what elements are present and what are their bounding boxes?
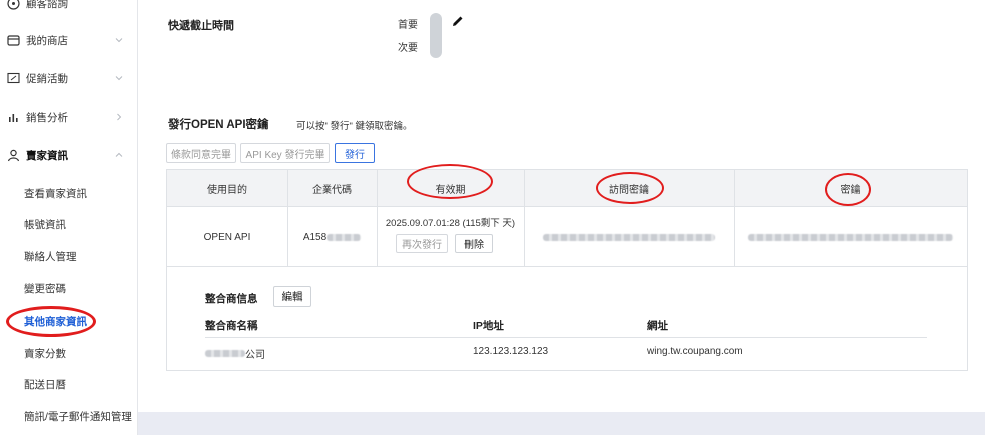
sidebar-subitem-change-password[interactable]: 變更密碼 (24, 279, 66, 297)
sidebar-subitem-delivery-calendar[interactable]: 配送日曆 (24, 375, 66, 393)
sidebar-subitem-view-seller-info[interactable]: 查看賣家資訊 (24, 184, 87, 202)
redacted-block (327, 233, 362, 241)
sidebar-item-label: 促銷活動 (26, 72, 68, 85)
cell-secret-key (734, 207, 967, 267)
issue-button[interactable]: 發行 (335, 143, 375, 163)
cutoff-time-label: 快遞截止時間 (168, 20, 234, 32)
chevron-down-icon (115, 76, 123, 81)
sidebar-item-promotions[interactable]: 促銷活動 (0, 67, 138, 89)
annotation-ellipse (825, 173, 871, 206)
cell-access-key (524, 207, 734, 267)
percent-coupon-icon (6, 71, 20, 85)
column-header-integrator-name: 整合商名稱 (205, 320, 258, 332)
api-key-table: 使用目的 企業代碼 有效期 訪問密鑰 密鑰 OPEN API A158 2025… (166, 164, 968, 371)
main-content: 快遞截止時間 首要 次要 發行OPEN API密鑰 可以按" 發行" 鍵領取密鑰… (138, 0, 985, 412)
priority-primary-label: 首要 (398, 20, 418, 31)
sidebar-subitem-contact-management[interactable]: 聯絡人管理 (24, 247, 77, 265)
sidebar: 顧客諮詢 我的商店 促銷活動 銷售分析 賣家資訊 查看賣家資訊 帳號資訊 聯絡人… (0, 0, 138, 435)
sidebar-subitem-seller-score[interactable]: 賣家分數 (24, 344, 66, 362)
sidebar-item-label: 顧客諮詢 (26, 0, 68, 10)
chevron-down-icon (115, 38, 123, 43)
sidebar-item-customer-inquiry[interactable]: 顧客諮詢 (0, 0, 138, 14)
column-header-ip: IP地址 (473, 320, 504, 332)
store-icon (6, 33, 20, 47)
sidebar-item-label: 我的商店 (26, 34, 68, 47)
annotation-circle (6, 306, 96, 337)
sidebar-subitem-notification-management[interactable]: 簡訊/電子郵件通知管理 (24, 407, 132, 425)
headset-icon (6, 0, 20, 10)
chevron-up-icon (115, 152, 123, 157)
sidebar-item-sales-analysis[interactable]: 銷售分析 (0, 106, 138, 128)
table-row: OPEN API A158 2025.09.07.01:28 (115剩下 天)… (167, 207, 967, 267)
redacted-block (205, 350, 245, 357)
divider (205, 337, 927, 338)
reissue-button[interactable]: 再次發行 (396, 234, 448, 253)
pencil-edit-icon[interactable] (451, 14, 465, 28)
sidebar-item-label: 銷售分析 (26, 111, 68, 124)
cell-company-code: A158 (287, 207, 377, 267)
terms-agreed-button[interactable]: 條款同意完畢 (166, 143, 236, 163)
api-section-title: 發行OPEN API密鑰 (168, 119, 269, 131)
sidebar-item-seller-info[interactable]: 賣家資訊 (0, 144, 138, 166)
chevron-right-icon (117, 113, 122, 121)
redacted-block (543, 233, 715, 241)
api-key-issued-button[interactable]: API Key 發行完畢 (240, 143, 330, 163)
cell-validity: 2025.09.07.01:28 (115剩下 天) (385, 218, 516, 229)
company-code-prefix: A158 (302, 231, 327, 243)
app-root: 顧客諮詢 我的商店 促銷活動 銷售分析 賣家資訊 查看賣家資訊 帳號資訊 聯絡人… (0, 0, 985, 435)
redacted-block (748, 233, 953, 241)
cell-integrator-name: 公司 (205, 346, 265, 361)
bar-chart-icon (6, 110, 20, 124)
sidebar-item-label: 賣家資訊 (26, 149, 68, 162)
annotation-ellipse (407, 164, 493, 199)
api-section-hint: 可以按" 發行" 鍵領取密鑰。 (296, 121, 413, 132)
column-header-url: 網址 (647, 320, 668, 332)
sidebar-item-my-store[interactable]: 我的商店 (0, 29, 138, 51)
integrator-info-label: 整合商信息 (205, 293, 258, 305)
sidebar-subitem-account-info[interactable]: 帳號資訊 (24, 215, 66, 233)
column-header-purpose: 使用目的 (207, 185, 247, 196)
priority-secondary-label: 次要 (398, 43, 418, 54)
person-icon (6, 148, 20, 162)
integrator-name-suffix: 公司 (245, 350, 265, 361)
cell-url: wing.tw.coupang.com (647, 346, 743, 357)
cell-purpose: OPEN API (203, 231, 251, 243)
delete-button[interactable]: 刪除 (455, 234, 493, 253)
edit-button[interactable]: 編輯 (273, 286, 311, 307)
priority-toggle[interactable] (430, 13, 442, 58)
column-header-company-code: 企業代碼 (312, 185, 352, 196)
cell-ip: 123.123.123.123 (473, 346, 549, 357)
footer-band (138, 412, 985, 435)
annotation-ellipse (596, 172, 664, 204)
